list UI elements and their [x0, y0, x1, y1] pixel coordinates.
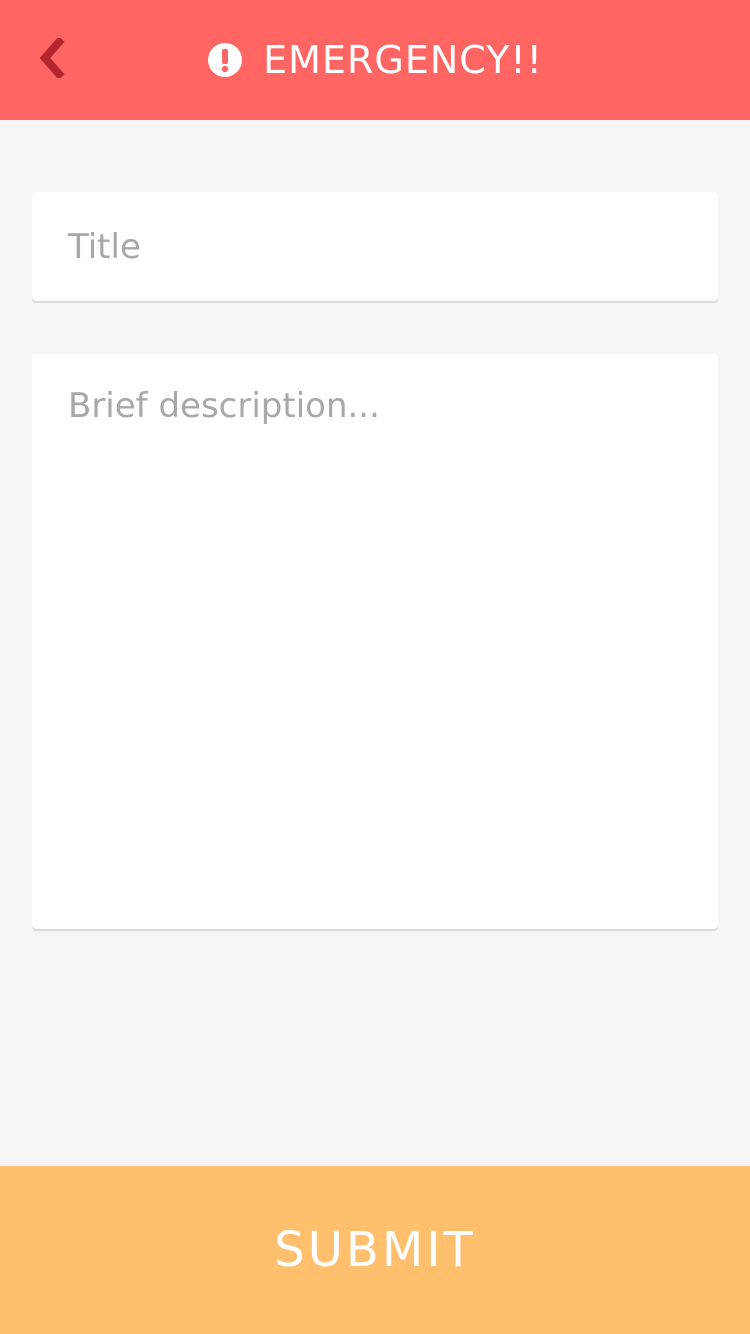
submit-button[interactable]: SUBMIT — [0, 1166, 750, 1334]
submit-label: SUBMIT — [274, 1222, 476, 1278]
header-bar: EMERGENCY!! — [0, 0, 750, 120]
exclamation-circle-icon — [207, 42, 243, 78]
title-field-container — [32, 192, 718, 301]
emergency-screen: EMERGENCY!! SUBMIT — [0, 0, 750, 1334]
description-field-container — [32, 354, 718, 929]
title-input[interactable] — [32, 192, 718, 301]
header-title-group: EMERGENCY!! — [0, 0, 750, 120]
description-textarea[interactable] — [32, 354, 718, 929]
page-title: EMERGENCY!! — [263, 38, 543, 82]
